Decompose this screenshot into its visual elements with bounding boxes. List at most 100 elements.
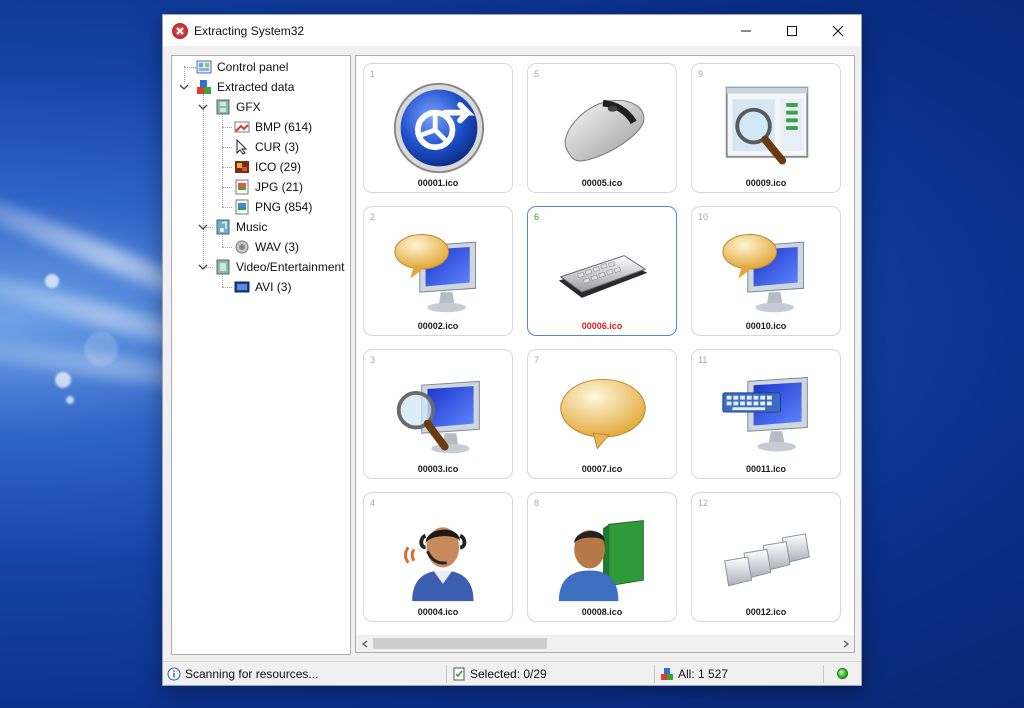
resource-tree[interactable]: Control panel Extracted data GFX BMP (61… <box>171 55 351 655</box>
resource-tile[interactable]: 11 00011.ico <box>691 349 841 479</box>
tree-item-control-panel[interactable]: Control panel <box>196 57 288 77</box>
scroll-left-button[interactable] <box>356 635 373 652</box>
tree-item-label: WAV (3) <box>255 240 299 254</box>
bmp-file-icon <box>234 121 250 133</box>
extracted-data-icon <box>197 80 211 94</box>
tree-item-extracted-data[interactable]: Extracted data <box>196 77 294 97</box>
tree-item-label: AVI (3) <box>255 280 292 294</box>
chevron-down-icon[interactable] <box>198 262 208 272</box>
scroll-right-button[interactable] <box>837 635 854 652</box>
checklist-icon <box>453 667 465 681</box>
scrollbar-thumb[interactable] <box>373 638 547 649</box>
chevron-down-icon[interactable] <box>198 102 208 112</box>
tree-item-label: BMP (614) <box>255 120 313 134</box>
tree-item-label: JPG (21) <box>255 180 304 194</box>
status-all: All: 1 527 <box>660 662 728 686</box>
tile-index: 9 <box>698 69 704 79</box>
tree-connector <box>222 187 232 188</box>
all-resources-icon <box>661 668 673 680</box>
app-window: Extracting System32 Control panel Extrac… <box>162 14 862 686</box>
tile-index: 1 <box>370 69 376 79</box>
avi-file-icon <box>234 281 250 293</box>
tile-filename: 00001.ico <box>417 178 459 188</box>
tile-index: 8 <box>534 498 540 508</box>
tree-item-label: Extracted data <box>217 80 295 94</box>
tree-item-cur[interactable]: CUR (3) <box>234 137 299 157</box>
minimize-button[interactable] <box>723 15 769 46</box>
tree-item-gfx[interactable]: GFX <box>215 97 261 117</box>
resource-tile[interactable]: 10 00010.ico <box>691 206 841 336</box>
monitor-speech-icon <box>389 221 489 321</box>
close-icon <box>832 25 844 36</box>
tile-filename: 00003.ico <box>417 464 459 474</box>
tree-item-label: CUR (3) <box>255 140 299 154</box>
tile-index: 4 <box>370 498 376 508</box>
resource-tile[interactable]: 9 00009.ico <box>691 63 841 193</box>
tree-item-jpg[interactable]: JPG (21) <box>234 177 303 197</box>
tree-item-label: PNG (854) <box>255 200 313 214</box>
tree-item-video[interactable]: Video/Entertainment <box>215 257 345 277</box>
window-title: Extracting System32 <box>194 23 305 38</box>
status-separator <box>823 665 824 683</box>
tree-item-label: ICO (29) <box>255 160 302 174</box>
tree-item-label: Music <box>236 220 268 234</box>
resource-tile[interactable]: 5 00005.ico <box>527 63 677 193</box>
ico-file-icon <box>235 161 249 173</box>
tree-item-label: Video/Entertainment <box>236 260 345 274</box>
monitor-speech-icon <box>717 221 817 321</box>
status-all-text: All: 1 527 <box>678 667 729 681</box>
status-separator <box>654 665 655 683</box>
tile-index: 5 <box>534 69 540 79</box>
resource-tile[interactable]: 7 00007.ico <box>527 349 677 479</box>
speaker-icon <box>235 240 249 254</box>
chevron-down-icon[interactable] <box>198 222 208 232</box>
info-icon <box>167 667 181 681</box>
speech-bubble-icon <box>553 364 653 464</box>
app-icon <box>172 22 188 39</box>
tree-connector <box>222 127 232 128</box>
chevron-down-icon[interactable] <box>179 82 189 92</box>
status-selected: Selected: 0/29 <box>452 662 547 686</box>
tree-item-ico[interactable]: ICO (29) <box>234 157 301 177</box>
mouse-icon <box>553 78 653 178</box>
tree-item-bmp[interactable]: BMP (614) <box>234 117 312 137</box>
user-book-icon <box>553 507 653 607</box>
tile-filename: 00011.ico <box>745 464 787 474</box>
status-selected-text: Selected: 0/29 <box>470 667 547 681</box>
tile-index: 3 <box>370 355 376 365</box>
resource-tile[interactable]: 2 00002.ico <box>363 206 513 336</box>
resource-tile[interactable]: 8 00008.ico <box>527 492 677 622</box>
monitor-magnifier-icon <box>389 364 489 464</box>
resource-tile[interactable]: 3 00003.ico <box>363 349 513 479</box>
tree-item-png[interactable]: PNG (854) <box>234 197 312 217</box>
tile-index: 6 <box>534 212 540 222</box>
tile-filename: 00002.ico <box>417 321 459 331</box>
status-separator <box>446 665 447 683</box>
wallpaper-orb <box>45 274 59 288</box>
document-search-icon <box>717 78 817 178</box>
maximize-icon <box>787 25 797 36</box>
resource-tile[interactable]: 1 00001.ico <box>363 63 513 193</box>
resource-tile[interactable]: 6 00006.ico <box>527 206 677 336</box>
horizontal-scrollbar[interactable] <box>356 635 854 652</box>
tree-item-music[interactable]: Music <box>215 217 267 237</box>
tree-connector <box>184 67 196 68</box>
tree-connector <box>203 94 204 266</box>
title-bar[interactable]: Extracting System32 <box>163 15 861 46</box>
resource-tile[interactable]: 4 00004.ico <box>363 492 513 622</box>
tree-connector <box>222 167 232 168</box>
tile-filename: 00010.ico <box>745 321 787 331</box>
tile-filename: 00009.ico <box>745 178 787 188</box>
tile-filename: 00006.ico <box>581 321 623 331</box>
resource-tile[interactable]: 12 00012.ico <box>691 492 841 622</box>
monitor-keyboard-icon <box>717 364 817 464</box>
tree-item-wav[interactable]: WAV (3) <box>234 237 299 257</box>
status-scan: Scanning for resources... <box>167 662 318 686</box>
resource-grid[interactable]: 1 00001.ico 5 00005.ico 9 00009.ico 2 00002.ico… <box>355 55 855 653</box>
tile-filename: 00008.ico <box>581 607 623 617</box>
close-button[interactable] <box>815 15 861 46</box>
tree-item-label: GFX <box>236 100 261 114</box>
wallpaper-orb <box>66 396 74 404</box>
maximize-button[interactable] <box>769 15 815 46</box>
tree-item-avi[interactable]: AVI (3) <box>234 277 291 297</box>
